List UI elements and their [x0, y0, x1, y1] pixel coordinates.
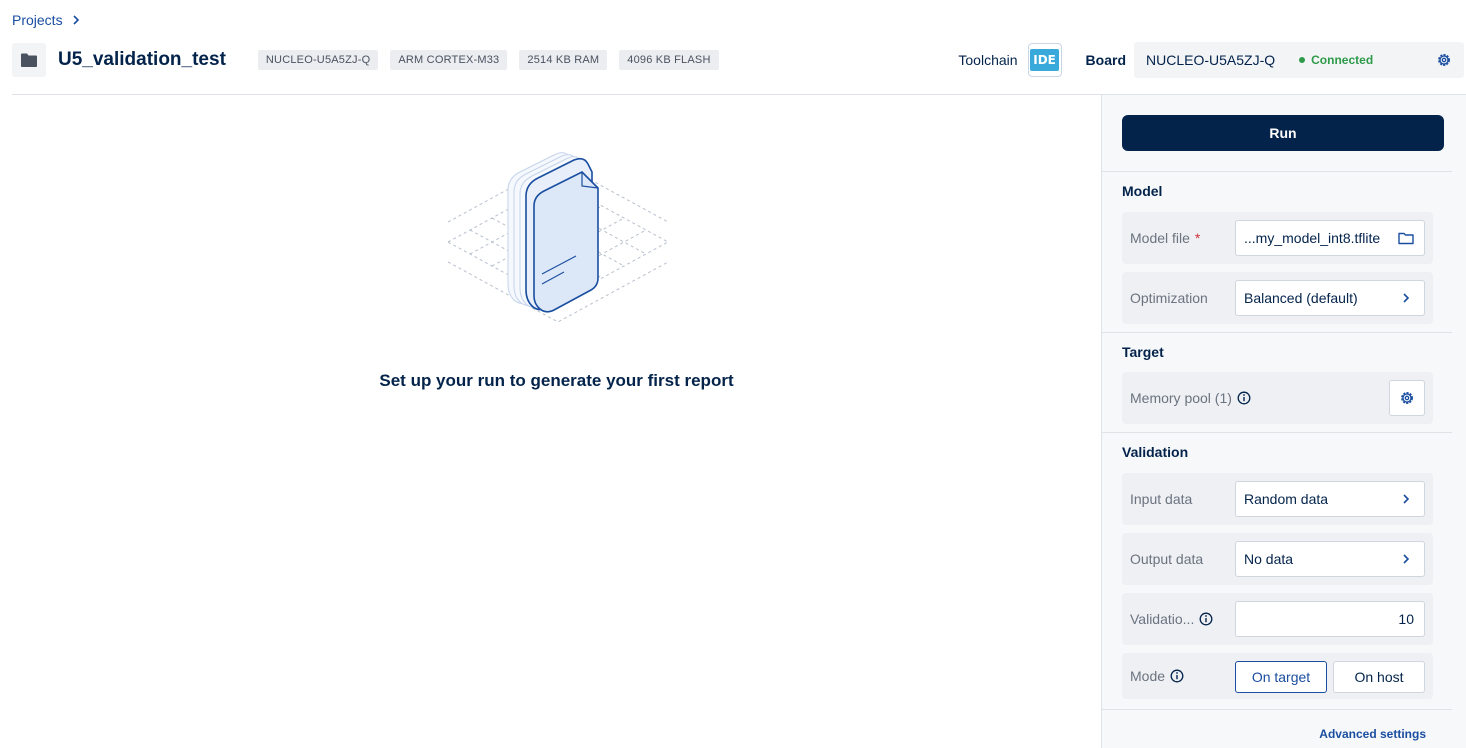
memory-pool-label-text: Memory pool (1): [1130, 390, 1232, 406]
validation-section-title: Validation: [1122, 444, 1189, 460]
validation-count-label-text: Validatio...: [1130, 611, 1195, 627]
output-data-row: Output data No data: [1122, 533, 1433, 585]
optimization-select[interactable]: Balanced (default): [1235, 280, 1425, 316]
status-text: Connected: [1311, 53, 1374, 67]
project-header: U5_validation_test NUCLEO-U5A5ZJ-Q ARM C…: [12, 42, 1464, 78]
run-settings-panel: Run Model Model file * ...my_model_int8.…: [1101, 95, 1466, 748]
gear-icon[interactable]: [1436, 52, 1452, 68]
info-icon[interactable]: [1170, 669, 1184, 683]
chevron-right-icon: [1403, 554, 1410, 564]
model-file-value: ...my_model_int8.tflite: [1244, 230, 1381, 246]
model-file-label: Model file *: [1130, 212, 1200, 264]
mode-on-host-button[interactable]: On host: [1333, 661, 1425, 693]
ram-chip: 2514 KB RAM: [519, 50, 608, 70]
input-data-row: Input data Random data: [1122, 473, 1433, 525]
board-name: NUCLEO-U5A5ZJ-Q: [1146, 52, 1276, 68]
breadcrumb: Projects: [12, 12, 81, 28]
flash-chip: 4096 KB FLASH: [619, 50, 719, 70]
panel-divider: [1102, 332, 1452, 333]
toolchain-ide-button[interactable]: IDE: [1027, 43, 1062, 77]
input-data-label: Input data: [1130, 491, 1193, 507]
output-data-value: No data: [1244, 551, 1294, 567]
memory-pool-label: Memory pool (1): [1130, 372, 1251, 424]
mode-label-text: Mode: [1130, 668, 1166, 684]
empty-state-message: Set up your run to generate your first r…: [379, 371, 734, 390]
output-data-select[interactable]: No data: [1235, 541, 1425, 577]
mode-on-target-button[interactable]: On target: [1235, 661, 1327, 693]
breadcrumb-projects-link[interactable]: Projects: [12, 12, 63, 28]
model-file-field[interactable]: ...my_model_int8.tflite: [1235, 220, 1425, 256]
chevron-right-icon: [73, 15, 79, 25]
empty-report-illustration: [448, 152, 668, 323]
model-file-row: Model file * ...my_model_int8.tflite: [1122, 212, 1433, 264]
panel-divider: [1102, 709, 1452, 710]
model-file-label-text: Model file: [1130, 230, 1190, 246]
gear-icon: [1401, 392, 1413, 404]
memory-pool-settings-button[interactable]: [1389, 380, 1425, 416]
info-icon[interactable]: [1199, 612, 1213, 626]
validation-count-label: Validatio...: [1130, 593, 1213, 645]
report-area: Set up your run to generate your first r…: [12, 95, 1101, 748]
advanced-settings-link[interactable]: Advanced settings: [1319, 727, 1426, 741]
memory-pool-row: Memory pool (1): [1122, 372, 1433, 424]
toolchain-label: Toolchain: [958, 52, 1018, 68]
validation-count-value: 10: [1398, 611, 1414, 627]
input-data-select[interactable]: Random data: [1235, 481, 1425, 517]
project-title: U5_validation_test: [58, 49, 226, 70]
model-section-title: Model: [1122, 183, 1163, 199]
status-dot-icon: [1299, 57, 1306, 63]
board-spec-chips: NUCLEO-U5A5ZJ-Q ARM CORTEX-M33 2514 KB R…: [257, 50, 719, 70]
validation-count-row: Validatio... 10: [1122, 593, 1433, 645]
board-chip: NUCLEO-U5A5ZJ-Q: [257, 50, 379, 70]
run-button[interactable]: Run: [1122, 115, 1444, 151]
folder-icon: [12, 43, 46, 77]
chevron-right-icon: [1403, 494, 1410, 504]
mode-label: Mode: [1130, 653, 1184, 699]
board-selector: NUCLEO-U5A5ZJ-Q Connected: [1134, 42, 1464, 78]
folder-open-icon[interactable]: [1398, 230, 1414, 246]
board-label: Board: [1085, 52, 1126, 68]
output-data-label: Output data: [1130, 551, 1204, 567]
mode-row: Mode On target On host: [1122, 653, 1433, 699]
target-section-title: Target: [1122, 344, 1164, 360]
status-badge: Connected: [1299, 53, 1373, 67]
ide-icon: IDE: [1030, 49, 1059, 71]
info-icon[interactable]: [1237, 391, 1251, 405]
panel-divider: [1102, 432, 1452, 433]
required-mark: *: [1194, 230, 1201, 246]
optimization-value: Balanced (default): [1244, 290, 1358, 306]
optimization-label: Optimization: [1130, 290, 1208, 306]
chevron-right-icon: [1403, 293, 1410, 303]
panel-divider: [1102, 171, 1452, 172]
cpu-chip: ARM CORTEX-M33: [390, 50, 508, 70]
input-data-value: Random data: [1244, 491, 1329, 507]
validation-count-input[interactable]: 10: [1235, 601, 1425, 637]
optimization-row: Optimization Balanced (default): [1122, 272, 1433, 324]
